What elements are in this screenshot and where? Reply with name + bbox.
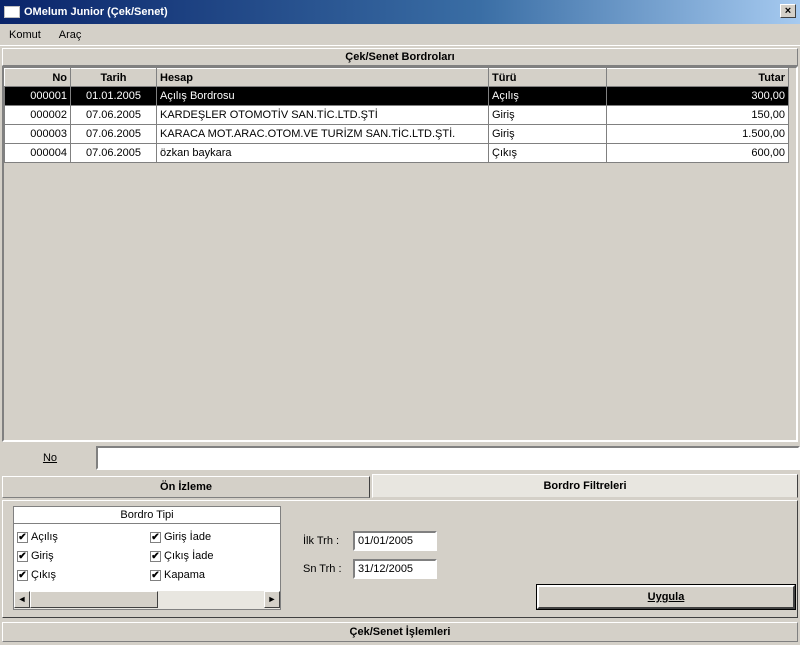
checkbox-label: Giriş [31, 550, 54, 562]
checkbox-cikis[interactable]: ✔ Çıkış [17, 566, 56, 584]
ilk-tarih-label: İlk Trh : [303, 535, 340, 547]
cell-tarih: 07.06.2005 [70, 143, 157, 163]
checkbox-label: Çıkış İade [164, 550, 214, 562]
checkbox-acilis[interactable]: ✔ Açılış [17, 528, 58, 546]
islemler-footer-button[interactable]: Çek/Senet İşlemleri [2, 622, 798, 642]
checkbox-icon: ✔ [17, 569, 28, 581]
window-title: OMelum Junior (Çek/Senet) [24, 6, 168, 18]
cell-hesap: Açılış Bordrosu [156, 86, 489, 106]
no-input[interactable] [96, 446, 800, 470]
tab-strip: Ön İzleme Bordro Filtreleri [2, 474, 798, 500]
horizontal-scrollbar[interactable]: ◄ ► [14, 591, 280, 609]
filters-panel: Bordro Tipi ✔ Açılış ✔ Giriş ✔ Çıkış ✔ G… [2, 500, 798, 618]
table-row[interactable]: 000001 01.01.2005 Açılış Bordrosu Açılış… [4, 86, 789, 106]
scroll-right-icon[interactable]: ► [264, 591, 280, 608]
scroll-left-icon[interactable]: ◄ [14, 591, 30, 608]
close-button[interactable]: × [780, 4, 796, 18]
tab-bordro-filtreleri[interactable]: Bordro Filtreleri [372, 474, 798, 498]
cell-tarih: 07.06.2005 [70, 105, 157, 125]
cell-turu: Açılış [488, 86, 607, 106]
cell-tutar: 150,00 [606, 105, 789, 125]
menu-arac[interactable]: Araç [56, 29, 85, 41]
cell-tarih: 01.01.2005 [70, 86, 157, 106]
cell-tutar: 600,00 [606, 143, 789, 163]
checkbox-kapama[interactable]: ✔ Kapama [150, 566, 205, 584]
tab-on-izleme[interactable]: Ön İzleme [2, 476, 370, 498]
checkbox-icon: ✔ [150, 550, 161, 562]
cell-tutar: 300,00 [606, 86, 789, 106]
table-row[interactable]: 000004 07.06.2005 özkan baykara Çıkış 60… [4, 143, 789, 163]
cell-tarih: 07.06.2005 [70, 124, 157, 144]
cell-no: 000002 [4, 105, 71, 125]
column-header-hesap[interactable]: Hesap [156, 68, 489, 87]
checkbox-giris-iade[interactable]: ✔ Giriş İade [150, 528, 211, 546]
checkbox-icon: ✔ [17, 531, 28, 543]
bordro-tipi-title: Bordro Tipi [14, 507, 280, 524]
cell-tutar: 1.500,00 [606, 124, 789, 144]
checkbox-label: Çıkış [31, 569, 57, 581]
menu-bar: Komut Araç [0, 24, 800, 46]
scroll-thumb[interactable] [30, 591, 158, 608]
app-icon [4, 6, 20, 18]
cell-no: 000003 [4, 124, 71, 144]
checkbox-icon: ✔ [150, 569, 161, 581]
cell-turu: Çıkış [488, 143, 607, 163]
no-label: No [42, 452, 58, 464]
column-header-no[interactable]: No [4, 68, 71, 87]
ilk-tarih-input[interactable]: 01/01/2005 [353, 531, 437, 551]
cell-no: 000004 [4, 143, 71, 163]
son-tarih-label: Sn Trh : [303, 563, 342, 575]
checkbox-cikis-iade[interactable]: ✔ Çıkış İade [150, 547, 214, 565]
cell-turu: Giriş [488, 124, 607, 144]
checkbox-label: Giriş İade [164, 531, 212, 543]
table-row[interactable]: 000003 07.06.2005 KARACA MOT.ARAC.OTOM.V… [4, 124, 789, 144]
checkbox-label: Kapama [164, 569, 205, 581]
cell-turu: Giriş [488, 105, 607, 125]
bordro-table: No Tarih Hesap Türü Tutar 000001 01.01.2… [4, 68, 789, 163]
checkbox-icon: ✔ [17, 550, 28, 562]
column-header-tutar[interactable]: Tutar [606, 68, 789, 87]
title-bar: OMelum Junior (Çek/Senet) × [0, 0, 800, 24]
checkbox-giris[interactable]: ✔ Giriş [17, 547, 54, 565]
column-header-tarih[interactable]: Tarih [70, 68, 157, 87]
no-filter-row: No [0, 446, 800, 470]
checkbox-label: Açılış [31, 531, 58, 543]
cell-hesap: özkan baykara [156, 143, 489, 163]
cell-hesap: KARACA MOT.ARAC.OTOM.VE TURİZM SAN.TİC.L… [156, 124, 489, 144]
checkbox-icon: ✔ [150, 531, 161, 543]
bordro-grid[interactable]: No Tarih Hesap Türü Tutar 000001 01.01.2… [2, 66, 798, 442]
cell-no: 000001 [4, 86, 71, 106]
apply-button[interactable]: Uygula [536, 584, 796, 610]
table-row[interactable]: 000002 07.06.2005 KARDEŞLER OTOMOTİV SAN… [4, 105, 789, 125]
cell-hesap: KARDEŞLER OTOMOTİV SAN.TİC.LTD.ŞTİ [156, 105, 489, 125]
bordro-tipi-list: Bordro Tipi ✔ Açılış ✔ Giriş ✔ Çıkış ✔ G… [13, 506, 281, 610]
column-header-turu[interactable]: Türü [488, 68, 607, 87]
table-header-row: No Tarih Hesap Türü Tutar [4, 68, 789, 87]
menu-komut[interactable]: Komut [6, 29, 44, 41]
son-tarih-input[interactable]: 31/12/2005 [353, 559, 437, 579]
grid-header: Çek/Senet Bordroları [2, 48, 798, 66]
